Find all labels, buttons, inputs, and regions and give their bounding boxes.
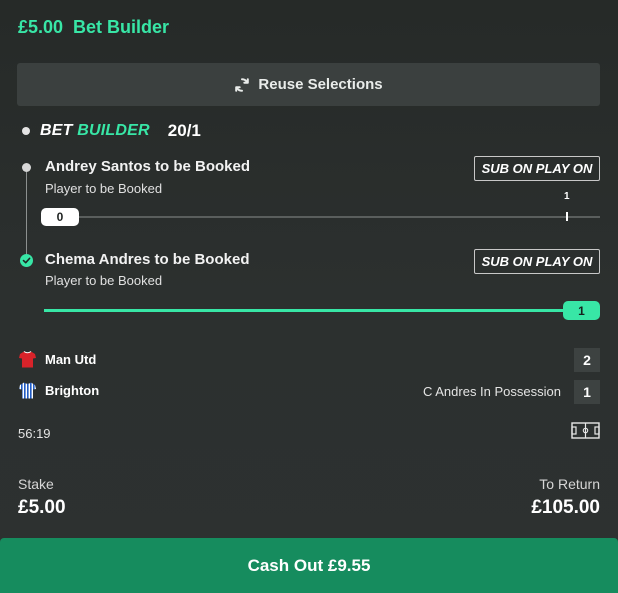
to-return-value: £105.00 <box>531 497 600 518</box>
stake-value: £5.00 <box>18 497 66 518</box>
away-team-row: Brighton <box>18 381 99 400</box>
bet-odds: 20/1 <box>167 121 201 140</box>
header-title: Bet Builder <box>73 17 170 37</box>
progress-complete-badge: 1 <box>563 301 600 320</box>
bet-builder-row: BET BUILDER 20/1 <box>22 121 201 141</box>
bet-card: £5.00 Bet Builder Reuse Selections BET B… <box>0 0 618 593</box>
home-score: 2 <box>574 348 600 372</box>
cash-out-amount: £9.55 <box>327 555 371 575</box>
home-team-name: Man Utd <box>45 352 97 367</box>
selection-title: Andrey Santos to be Booked <box>45 158 251 175</box>
cash-out-label: Cash Out <box>247 555 324 575</box>
selection-market: Player to be Booked <box>45 181 163 196</box>
reuse-selections-label: Reuse Selections <box>258 76 383 93</box>
red-shirt-icon <box>19 351 36 368</box>
header-stake: £5.00 <box>18 17 64 37</box>
selection-market: Player to be Booked <box>45 273 163 288</box>
away-team-name: Brighton <box>45 383 100 398</box>
selection-title: Chema Andres to be Booked <box>45 251 250 268</box>
progress-target-tick <box>566 212 568 221</box>
pending-node-icon <box>22 163 31 172</box>
refresh-icon <box>235 77 250 92</box>
progress-target-label: 1 <box>564 191 570 202</box>
cash-out-button[interactable]: Cash Out £9.55 <box>0 538 618 593</box>
progress-track <box>78 216 600 218</box>
bullet-dot <box>22 127 30 135</box>
sub-on-play-on-button[interactable]: SUB ON PLAY ON <box>474 156 600 181</box>
home-team-row: Man Utd <box>18 350 96 369</box>
check-icon <box>20 254 33 267</box>
match-clock: 56:19 <box>18 426 51 441</box>
sub-on-play-on-button[interactable]: SUB ON PLAY ON <box>474 249 600 274</box>
bet-header: £5.00 Bet Builder <box>18 17 169 38</box>
timeline-line <box>26 172 27 258</box>
possession-status: C Andres In Possession <box>422 384 561 399</box>
to-return-label: To Return <box>539 476 600 492</box>
reuse-selections-button[interactable]: Reuse Selections <box>17 63 600 106</box>
stake-label: Stake <box>18 476 54 492</box>
progress-bar-filled <box>44 309 564 312</box>
away-score: 1 <box>574 380 600 404</box>
bet-builder-logo: BET BUILDER <box>40 122 150 139</box>
pitch-icon[interactable] <box>571 422 600 439</box>
blue-striped-shirt-icon <box>19 382 36 399</box>
progress-current-badge: 0 <box>41 208 79 226</box>
